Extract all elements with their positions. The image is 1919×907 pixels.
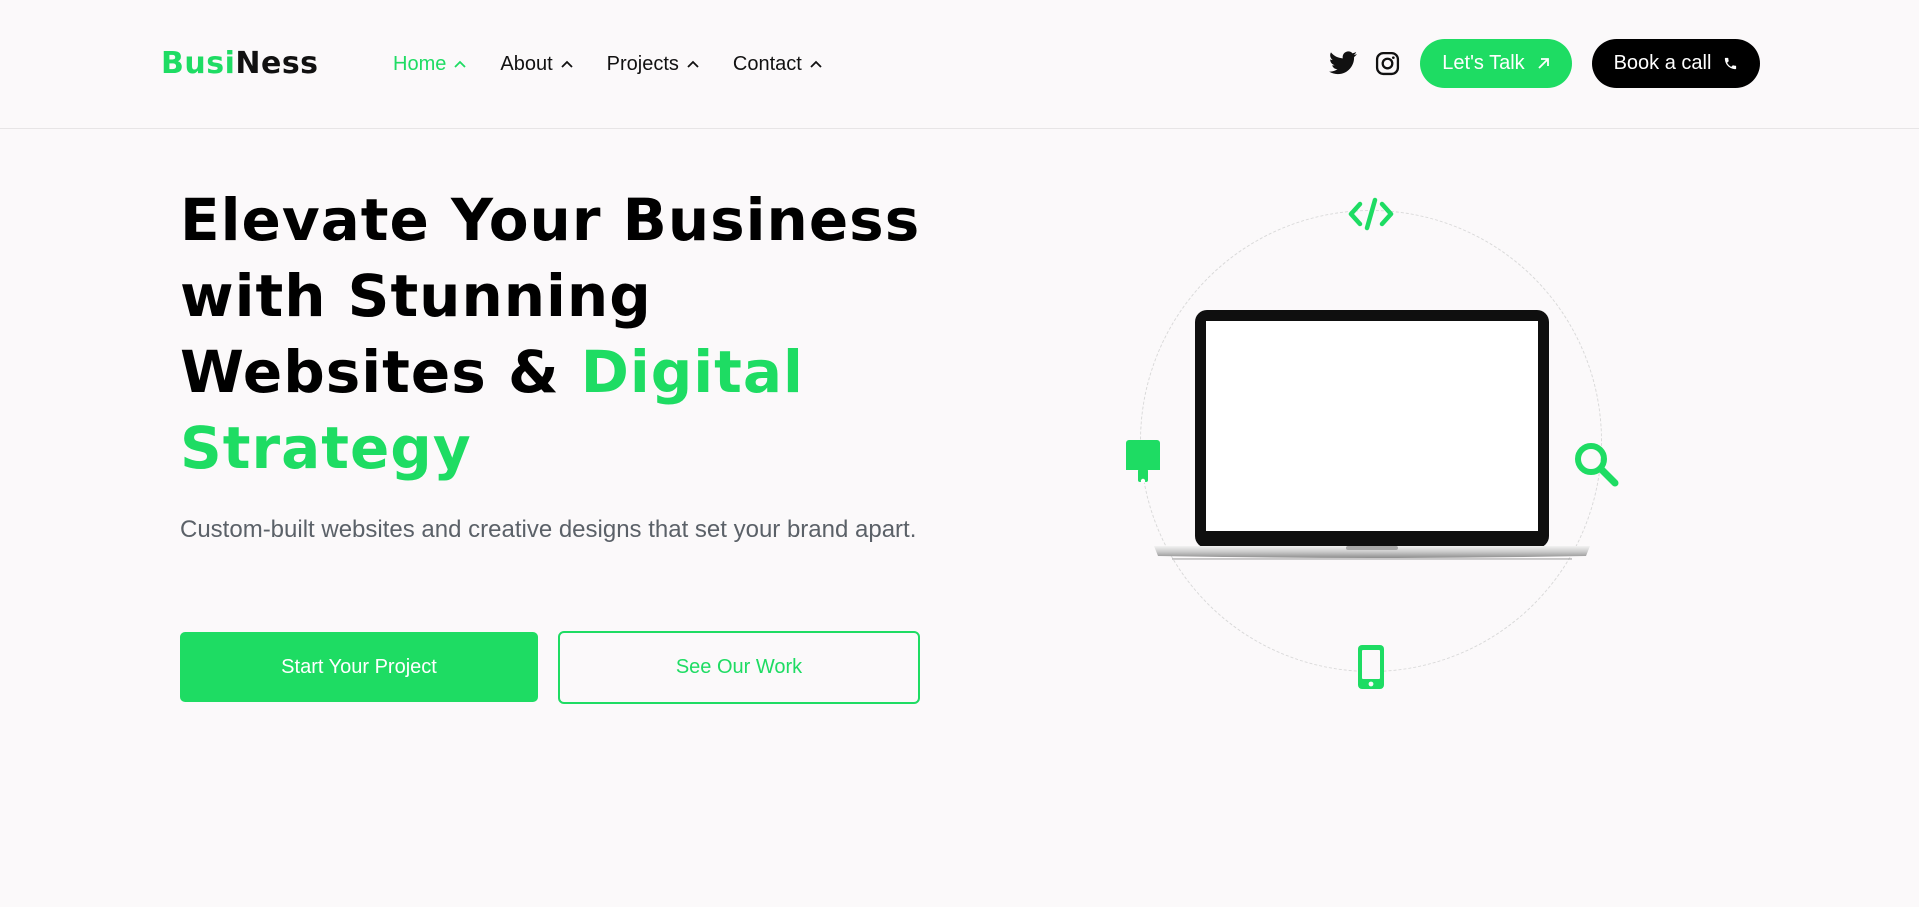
nav-item-label: Projects: [606, 53, 679, 75]
twitter-icon: [1329, 51, 1357, 75]
start-project-button[interactable]: Start Your Project: [180, 632, 538, 702]
code-icon: [1348, 197, 1394, 231]
hero-title-line1: Elevate Your Business: [180, 186, 921, 254]
hero-subtitle: Custom-built websites and creative desig…: [180, 516, 917, 543]
see-our-work-button[interactable]: See Our Work: [558, 631, 920, 704]
mobile-phone-icon: [1358, 645, 1384, 689]
main-nav: Home About Projects Contact: [393, 50, 822, 78]
hero-title-highlight1: Digital: [580, 338, 804, 406]
nav-item-label: Home: [393, 53, 447, 75]
book-call-label: Book a call: [1613, 52, 1712, 74]
brand-logo[interactable]: BusiNess: [161, 46, 319, 82]
laptop-icon: [1154, 310, 1590, 560]
instagram-icon: [1375, 51, 1400, 76]
chevron-up-icon: [454, 60, 466, 68]
nav-item-projects[interactable]: Projects: [607, 50, 699, 78]
twitter-link[interactable]: [1329, 51, 1357, 75]
lets-talk-label: Let's Talk: [1442, 52, 1525, 74]
chevron-up-icon: [687, 60, 699, 68]
nav-item-about[interactable]: About: [500, 50, 573, 78]
arrow-up-right-icon: [1538, 58, 1549, 69]
hero-title-line3: Websites &: [180, 338, 581, 406]
hero-illustration: [1100, 180, 1660, 720]
instagram-link[interactable]: [1375, 51, 1400, 76]
hero-title-line2: with Stunning: [180, 262, 652, 330]
brand-logo-part2: Ness: [235, 46, 319, 81]
nav-item-label: About: [500, 53, 553, 75]
nav-item-home[interactable]: Home: [393, 50, 466, 78]
phone-icon: [1725, 57, 1737, 70]
chevron-up-icon: [810, 60, 822, 68]
lets-talk-button[interactable]: Let's Talk: [1420, 39, 1572, 88]
book-call-button[interactable]: Book a call: [1592, 39, 1760, 88]
hero-title-highlight2: Strategy: [180, 414, 472, 482]
site-header: BusiNess Home About Projects Contact Let…: [0, 0, 1919, 129]
hero-title: Elevate Your Business with Stunning Webs…: [180, 182, 960, 486]
landing-page: BusiNess Home About Projects Contact Let…: [0, 0, 1919, 907]
chevron-up-icon: [560, 60, 573, 68]
nav-item-label: Contact: [732, 53, 802, 75]
nav-item-contact[interactable]: Contact: [733, 50, 822, 78]
brand-logo-part1: Busi: [161, 46, 236, 81]
